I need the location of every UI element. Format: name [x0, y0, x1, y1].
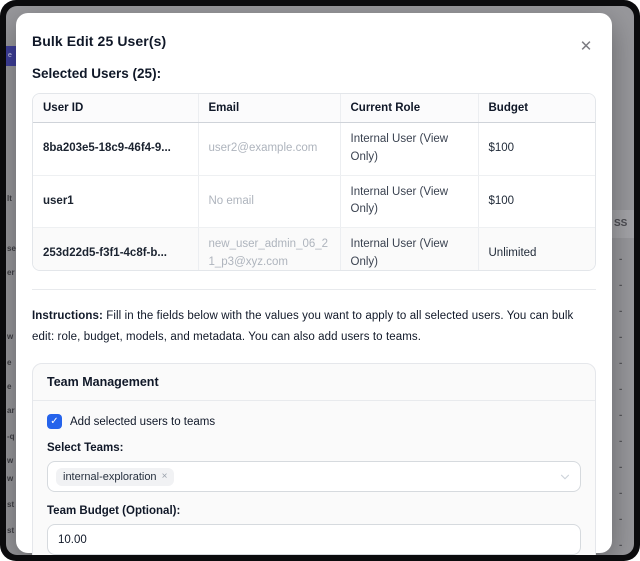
team-management-card: Team Management ✓ Add selected users to …: [32, 363, 596, 555]
selected-users-heading: Selected Users (25):: [32, 66, 596, 81]
backdrop-dash-fragment: -: [619, 384, 622, 395]
backdrop-dash-fragment: -: [619, 436, 622, 447]
backdrop-left-strip: e ltseerweear-qwwstst: [6, 6, 16, 555]
cell-budget: $100: [478, 175, 596, 228]
instructions-text: Instructions: Fill in the fields below w…: [32, 306, 596, 347]
backdrop-text-fragment: e: [7, 382, 11, 391]
cell-uid: 253d22d5-f3f1-4c8f-b...: [33, 228, 198, 271]
cell-uid: user1: [33, 175, 198, 228]
team-tag: internal-exploration ×: [56, 468, 174, 486]
teams-multiselect[interactable]: internal-exploration ×: [47, 461, 581, 492]
cell-role: Internal User (View Only): [340, 123, 478, 176]
team-tag-label: internal-exploration: [63, 471, 157, 483]
team-budget-input[interactable]: [47, 524, 581, 555]
cell-email: No email: [198, 175, 340, 228]
backdrop-text-fragment: st: [7, 526, 14, 535]
backdrop-text-fragment: lt: [7, 194, 12, 203]
cell-email: user2@example.com: [198, 123, 340, 176]
backdrop-dash-fragment: -: [619, 410, 622, 421]
cell-budget: $100: [478, 123, 596, 176]
section-divider: [32, 289, 596, 290]
backdrop-column-header-fragment: SS: [614, 218, 627, 229]
backdrop-dash-fragment: -: [619, 488, 622, 499]
backdrop-text-fragment: se: [7, 244, 16, 253]
col-header-email: Email: [198, 94, 340, 123]
backdrop-text-fragment: st: [7, 500, 14, 509]
backdrop-dash-fragment: -: [619, 462, 622, 473]
backdrop-highlighted-item: e: [6, 46, 16, 66]
backdrop-dash-fragment: -: [619, 280, 622, 291]
backdrop-text-fragment: w: [7, 474, 13, 483]
col-header-user-id: User ID: [33, 94, 198, 123]
backdrop-dash-fragment: -: [619, 254, 622, 265]
backdrop-text-fragment: w: [7, 456, 13, 465]
add-users-checkbox-label: Add selected users to teams: [70, 416, 215, 428]
cell-budget: Unlimited: [478, 228, 596, 271]
modal-title: Bulk Edit 25 User(s): [32, 33, 596, 49]
backdrop-dash-fragment: -: [619, 514, 622, 525]
instructions-label: Instructions:: [32, 310, 103, 322]
add-users-checkbox[interactable]: ✓: [47, 414, 62, 429]
selected-users-table-scroll[interactable]: User ID Email Current Role Budget 8ba203…: [32, 93, 596, 271]
backdrop-text-fragment: w: [7, 332, 13, 341]
backdrop-dash-fragment: -: [619, 358, 622, 369]
table-row: user1No emailInternal User (View Only)$1…: [33, 175, 596, 228]
team-tag-remove-icon[interactable]: ×: [162, 471, 168, 482]
table-row: 8ba203e5-18c9-46f4-9...user2@example.com…: [33, 123, 596, 176]
backdrop-dash-fragment: -: [619, 332, 622, 343]
backdrop-right-strip: SS - - - - - - - - - - - -: [610, 6, 634, 555]
team-management-heading: Team Management: [33, 364, 595, 401]
cell-role: Internal User (View Only): [340, 175, 478, 228]
close-icon[interactable]: ✕: [576, 37, 596, 57]
backdrop-text-fragment: e: [7, 358, 11, 367]
cell-uid: 8ba203e5-18c9-46f4-9...: [33, 123, 198, 176]
backdrop-text-fragment: ar: [7, 406, 15, 415]
table-row: 253d22d5-f3f1-4c8f-b...new_user_admin_06…: [33, 228, 596, 271]
window-frame: e ltseerweear-qwwstst SS ------------ ✕ …: [0, 0, 640, 561]
dimmed-page-backdrop: e ltseerweear-qwwstst SS ------------ ✕ …: [6, 6, 634, 555]
backdrop-text-fragment: -q: [7, 432, 15, 441]
backdrop-dash-fragment: -: [619, 306, 622, 317]
bulk-edit-modal: ✕ Bulk Edit 25 User(s) Selected Users (2…: [16, 13, 612, 553]
cell-email: new_user_admin_06_21_p3@xyz.com: [198, 228, 340, 271]
backdrop-dash-fragment: -: [619, 540, 622, 551]
cell-role: Internal User (View Only): [340, 228, 478, 271]
backdrop-text-fragment: er: [7, 268, 15, 277]
team-budget-label: Team Budget (Optional):: [47, 505, 581, 517]
chevron-down-icon: [558, 470, 572, 484]
col-header-current-role: Current Role: [340, 94, 478, 123]
col-header-budget: Budget: [478, 94, 596, 123]
table-header-row: User ID Email Current Role Budget: [33, 94, 596, 123]
selected-users-table: User ID Email Current Role Budget 8ba203…: [33, 94, 596, 271]
select-teams-label: Select Teams:: [47, 442, 581, 454]
